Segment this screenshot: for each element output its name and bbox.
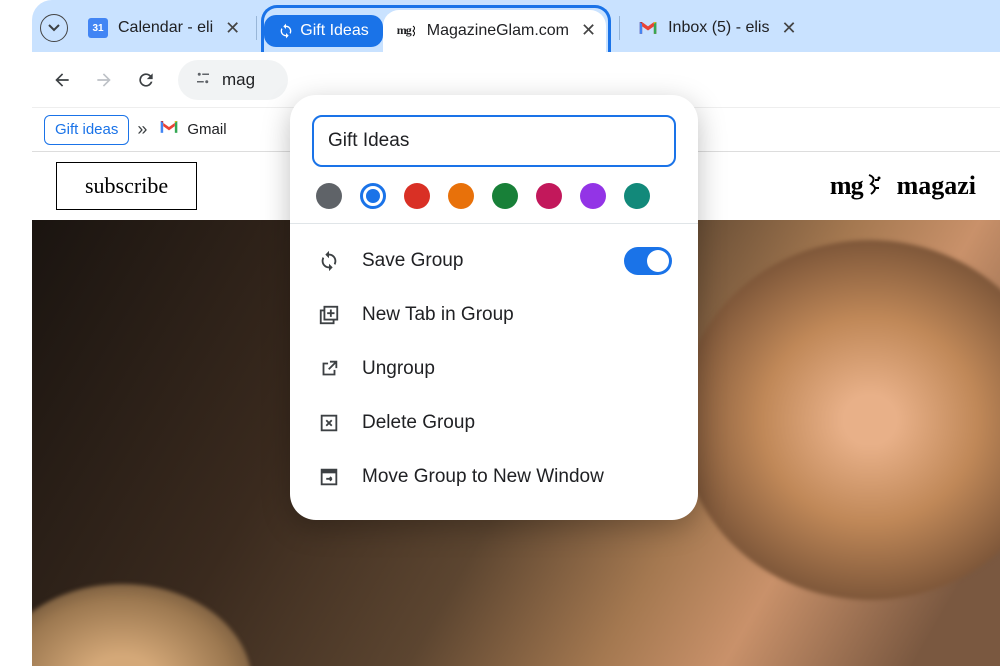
calendar-icon: 31 [88,18,108,38]
gmail-icon [159,119,181,141]
close-icon[interactable]: ✕ [781,18,796,39]
menu-ungroup[interactable]: Ungroup [290,342,698,396]
tab-group-pill[interactable]: Gift Ideas [264,15,382,47]
brand-logo: mg [830,171,887,201]
color-pink[interactable] [536,183,562,209]
tab-title: MagazineGlam.com [427,22,569,40]
url-text: mag [222,70,255,90]
group-pill-label: Gift Ideas [300,22,368,40]
tab-title: Inbox (5) - elis [668,19,769,37]
tab-group-menu: Save Group New Tab in Group Ungroup Dele… [290,95,698,520]
menu-label: Move Group to New Window [362,466,604,488]
bookmark-overflow[interactable]: » [137,119,147,140]
color-swatches [316,183,672,209]
bookmark-label: Gmail [187,121,226,138]
subscribe-button[interactable]: subscribe [56,162,197,210]
tab-strip: 31 Calendar - eli ✕ Gift Ideas mg Magazi… [32,0,1000,52]
tab-divider [619,16,620,40]
close-icon[interactable]: ✕ [225,18,240,39]
menu-label: New Tab in Group [362,304,514,326]
menu-new-tab-in-group[interactable]: New Tab in Group [290,288,698,342]
color-teal[interactable] [624,183,650,209]
delete-icon [316,410,342,436]
color-purple[interactable] [580,183,606,209]
magazine-icon: mg [397,21,417,41]
menu-label: Delete Group [362,412,475,434]
site-brand[interactable]: mg magazi [830,171,976,201]
bookmark-folder-gift-ideas[interactable]: Gift ideas [44,115,129,145]
color-green[interactable] [492,183,518,209]
new-tab-icon [316,302,342,328]
menu-move-group[interactable]: Move Group to New Window [290,450,698,504]
gmail-icon [638,18,658,38]
bookmark-gmail[interactable]: Gmail [159,119,226,141]
search-tabs-button[interactable] [40,14,68,42]
forward-button[interactable] [86,62,122,98]
sync-icon [316,248,342,274]
tab-calendar[interactable]: 31 Calendar - eli ✕ [74,8,250,48]
tab-active[interactable]: mg MagazineGlam.com ✕ [383,10,606,52]
tab-inbox[interactable]: Inbox (5) - elis ✕ [624,8,806,48]
tab-group-outline: Gift Ideas mg MagazineGlam.com ✕ [261,5,611,52]
tab-divider [256,16,257,40]
save-group-toggle[interactable] [624,247,672,275]
color-orange[interactable] [448,183,474,209]
color-red[interactable] [404,183,430,209]
close-icon[interactable]: ✕ [581,20,596,41]
menu-label: Ungroup [362,358,435,380]
menu-label: Save Group [362,250,463,272]
group-name-input[interactable] [312,115,676,167]
reload-button[interactable] [128,62,164,98]
back-button[interactable] [44,62,80,98]
tab-title: Calendar - eli [118,19,213,37]
sync-icon [278,23,294,39]
divider [290,223,698,224]
site-settings-icon[interactable] [194,69,212,90]
menu-save-group[interactable]: Save Group [290,234,698,288]
color-blue[interactable] [360,183,386,209]
ungroup-icon [316,356,342,382]
brand-text: magazi [897,171,976,201]
address-bar[interactable]: mag [178,60,288,100]
move-window-icon [316,464,342,490]
menu-delete-group[interactable]: Delete Group [290,396,698,450]
color-grey[interactable] [316,183,342,209]
